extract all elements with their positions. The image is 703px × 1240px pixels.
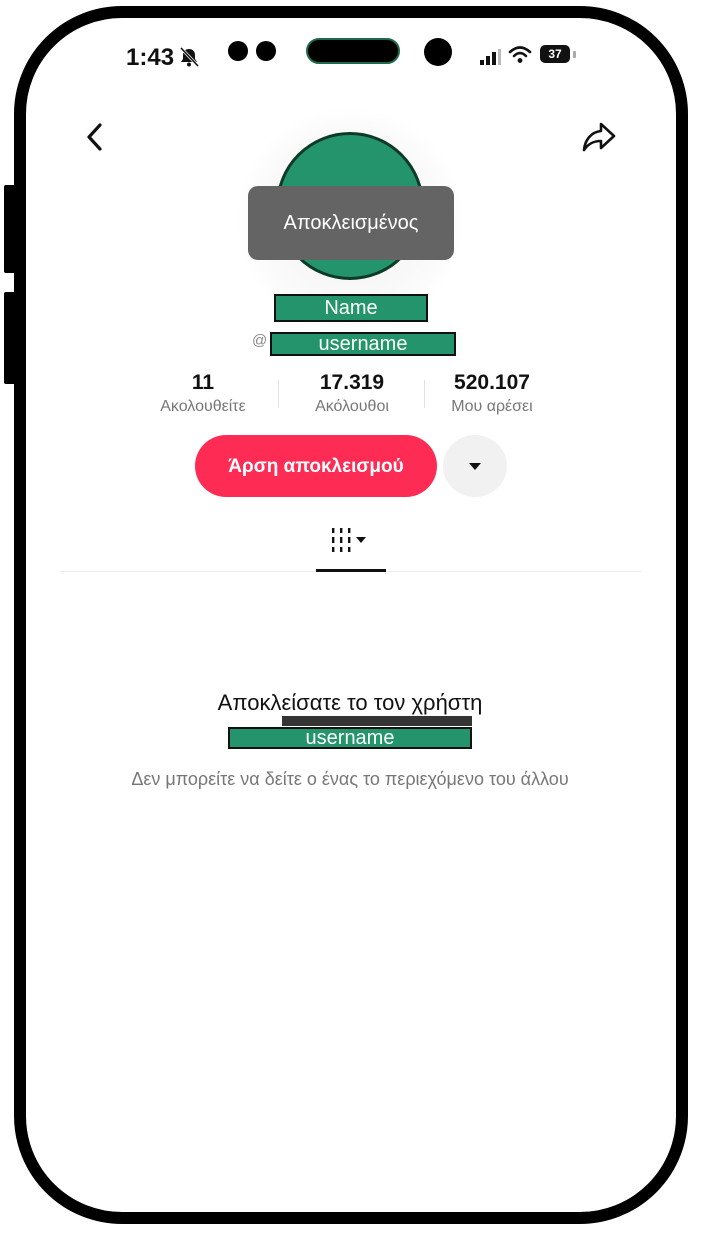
stat-divider xyxy=(278,380,279,408)
blocked-username: username xyxy=(228,727,472,749)
screen: 1:43 37 Αποκλεισμένος Name @ username 11… xyxy=(26,18,676,1212)
stat-likes: 520.107 Μου αρέσει xyxy=(422,370,562,418)
at-symbol: @ xyxy=(252,332,268,349)
front-camera xyxy=(424,38,452,66)
battery-cap xyxy=(573,51,576,58)
stat-following[interactable]: 11 Ακολουθείτε xyxy=(133,370,273,418)
stat-followers-label: Ακόλουθοι xyxy=(315,398,389,415)
stat-followers[interactable]: 17.319 Ακόλουθοι xyxy=(282,370,422,418)
stat-likes-label: Μου αρέσει xyxy=(451,398,533,415)
blocked-toast: Αποκλεισμένος xyxy=(248,186,454,260)
blocked-message-title: Αποκλείσατε το τον χρήστη xyxy=(217,690,483,715)
stat-following-value: 11 xyxy=(191,371,215,394)
stat-following-label: Ακολουθείτε xyxy=(160,398,246,415)
stat-likes-value: 520.107 xyxy=(454,371,530,394)
blocked-message-description: Δεν μπορείτε να δείτε ο ένας το περιεχόμ… xyxy=(131,769,569,789)
status-time: 1:43 xyxy=(126,44,175,71)
tab-videos-grid[interactable] xyxy=(316,526,386,572)
stat-followers-value: 17.319 xyxy=(319,371,385,394)
tab-active-indicator xyxy=(316,569,386,572)
dynamic-island xyxy=(306,38,400,64)
caret-down-icon xyxy=(356,537,366,543)
more-options-button[interactable] xyxy=(443,435,507,497)
back-chevron-icon[interactable] xyxy=(84,122,106,152)
camera-dot-middle xyxy=(256,41,276,61)
bell-muted-icon xyxy=(179,46,200,68)
profile-name: Name xyxy=(274,294,428,322)
caret-down-icon xyxy=(469,463,481,470)
unblock-button[interactable]: Άρση αποκλεισμού xyxy=(195,435,437,497)
grid-columns-icon xyxy=(332,528,351,552)
wifi-icon xyxy=(508,46,532,63)
camera-dot-left xyxy=(228,41,248,61)
signal-icon xyxy=(480,49,501,65)
share-icon[interactable] xyxy=(580,120,618,154)
phone-frame: 1:43 37 Αποκλεισμένος Name @ username 11… xyxy=(14,6,688,1224)
battery-indicator: 37 xyxy=(540,45,570,63)
obscured-text-fragment xyxy=(282,716,472,726)
profile-username: username xyxy=(270,332,456,356)
